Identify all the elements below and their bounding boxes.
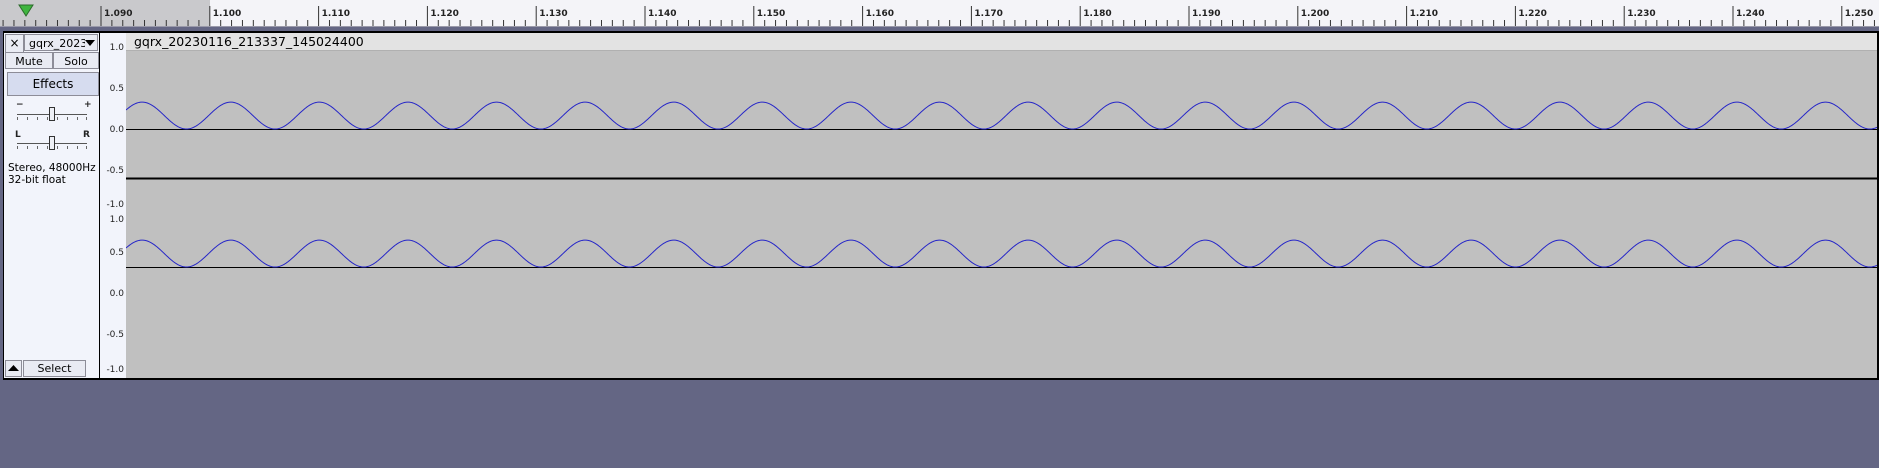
gain-slider-ticks — [17, 117, 87, 120]
ruler-label: 1.090 — [104, 9, 132, 19]
select-track-button[interactable]: Select — [23, 360, 86, 377]
scale-label: -0.5 — [106, 330, 124, 340]
dropdown-arrow-icon — [85, 40, 95, 46]
waveform-channel-2 — [126, 239, 1877, 268]
scale-label: 0.0 — [109, 289, 124, 299]
solo-button[interactable]: Solo — [53, 52, 99, 69]
ruler-label: 1.220 — [1518, 9, 1546, 19]
scale-label: 1.0 — [109, 215, 124, 225]
pan-right-label: R — [83, 130, 90, 140]
ruler-label: 1.110 — [322, 9, 350, 19]
ruler-label: 1.190 — [1192, 9, 1220, 19]
ruler-label: 1.200 — [1301, 9, 1329, 19]
track-format-rate: Stereo, 48000Hz — [8, 162, 96, 174]
waveform-display — [126, 101, 1877, 268]
ruler-label: 1.150 — [757, 9, 785, 19]
ruler-label: 1.160 — [866, 9, 894, 19]
mute-button[interactable]: Mute — [5, 52, 53, 69]
track-name-label: gqrx_20230 — [29, 37, 85, 50]
ruler-label: 1.180 — [1083, 9, 1111, 19]
effects-button[interactable]: Effects — [7, 72, 99, 96]
gain-min-label: − — [16, 100, 24, 110]
scale-label: 1.0 — [109, 43, 124, 53]
track-format-bits: 32-bit float — [8, 174, 66, 186]
ruler-ticks: 1.090 1.100 1.110 1.120 1.130 1.140 1.150 1.160… — [2, 6, 1875, 26]
scale-label: 0.5 — [109, 248, 124, 258]
scale-label: -0.5 — [106, 166, 124, 176]
collapse-up-icon — [8, 365, 19, 371]
scale-label: -1.0 — [106, 200, 124, 210]
ruler-label: 1.250 — [1845, 9, 1873, 19]
pan-slider-ticks — [17, 146, 87, 149]
ruler-label: 1.240 — [1736, 9, 1764, 19]
ruler-label: 1.170 — [974, 9, 1002, 19]
scale-label: 0.0 — [109, 125, 124, 135]
ruler-label: 1.230 — [1627, 9, 1655, 19]
timeline-ruler[interactable]: 1.090 1.100 1.110 1.120 1.130 1.140 1.150 1.160… — [0, 0, 1879, 27]
scale-label: 0.5 — [109, 84, 124, 94]
scale-label: -1.0 — [106, 365, 124, 375]
pan-left-label: L — [15, 130, 21, 140]
track-control-panel: × gqrx_20230 Mute Solo Effects − + L R S… — [4, 33, 99, 378]
ruler-label: 1.120 — [430, 9, 458, 19]
gain-max-label: + — [84, 100, 92, 110]
ruler-label: 1.210 — [1410, 9, 1438, 19]
amplitude-scale: 1.0 0.5 0.0 -0.5 -1.0 1.0 0.5 0.0 -0.5 -… — [100, 33, 126, 378]
waveform-channel-1 — [126, 101, 1877, 130]
ruler-label: 1.130 — [539, 9, 567, 19]
track-name-menu-button[interactable]: gqrx_20230 — [24, 34, 98, 51]
collapse-track-button[interactable] — [5, 360, 22, 377]
clip-title-bar[interactable]: gqrx_20230116_213337_145024400 — [126, 33, 1877, 51]
close-track-button[interactable]: × — [5, 34, 24, 53]
ruler-label: 1.100 — [213, 9, 241, 19]
clip-name: gqrx_20230116_213337_145024400 — [134, 34, 364, 49]
ruler-label: 1.140 — [648, 9, 676, 19]
